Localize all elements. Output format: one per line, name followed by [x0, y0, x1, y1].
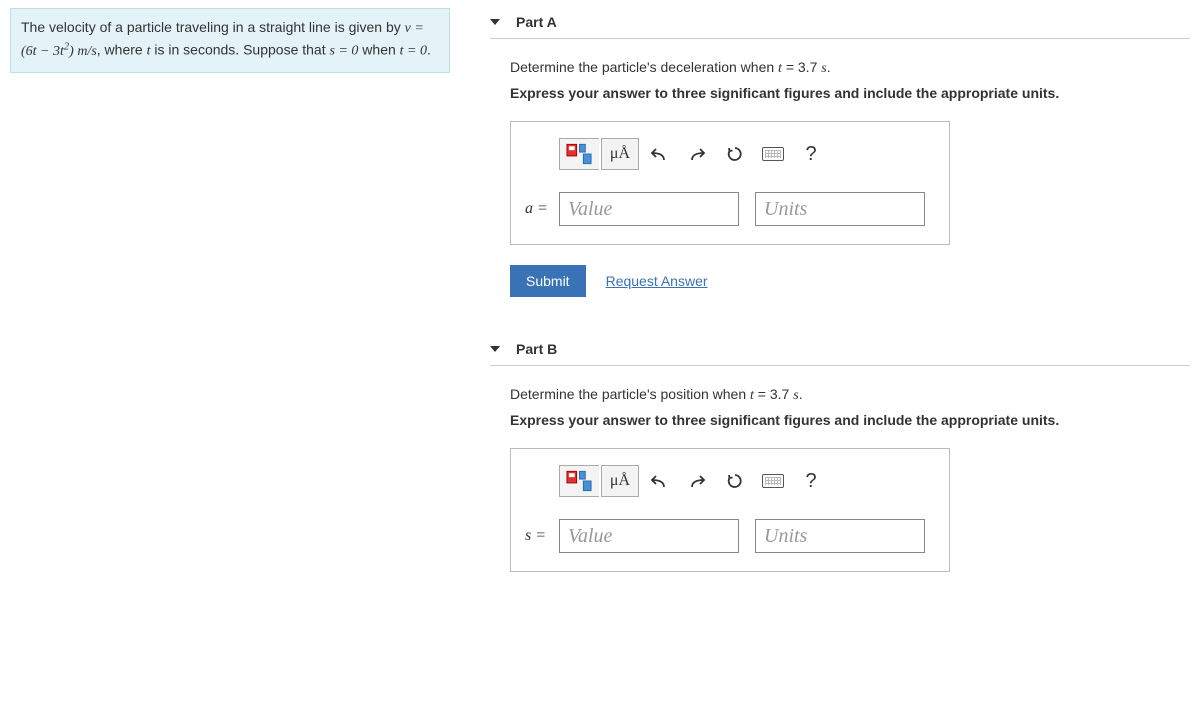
page-root: The velocity of a particle traveling in …	[0, 0, 1200, 600]
part-b-header[interactable]: Part B	[490, 335, 1190, 366]
submit-button[interactable]: Submit	[510, 265, 586, 297]
units-placeholder: Units	[764, 525, 807, 548]
part-a-title: Part A	[516, 14, 557, 30]
templates-icon	[566, 470, 593, 492]
problem-statement: The velocity of a particle traveling in …	[10, 8, 450, 73]
value-placeholder: Value	[568, 525, 612, 548]
part-a-header[interactable]: Part A	[490, 8, 1190, 39]
templates-button[interactable]	[559, 465, 599, 497]
keyboard-icon	[762, 474, 784, 488]
help-label: ?	[805, 143, 816, 166]
problem-text-3: is in seconds.	[150, 42, 239, 58]
templates-button[interactable]	[559, 138, 599, 170]
part-a-actions: Submit Request Answer	[510, 265, 1190, 297]
special-chars-label: μÅ	[610, 145, 630, 163]
request-answer-link[interactable]: Request Answer	[606, 273, 708, 289]
reset-button[interactable]	[717, 138, 753, 170]
part-a-answer-box: μÅ ?	[510, 121, 950, 245]
undo-button[interactable]	[641, 465, 677, 497]
redo-button[interactable]	[679, 465, 715, 497]
help-button[interactable]: ?	[793, 465, 829, 497]
problem-text-5: when	[358, 42, 399, 58]
part-b-prompt: Determine the particle's position when t…	[510, 386, 1190, 404]
part-a-toolbar: μÅ ?	[525, 138, 935, 170]
help-label: ?	[805, 470, 816, 493]
keyboard-icon	[762, 147, 784, 161]
part-a-body: Determine the particle's deceleration wh…	[490, 59, 1190, 297]
undo-button[interactable]	[641, 138, 677, 170]
caret-down-icon	[490, 346, 500, 352]
problem-text-4: Suppose that	[243, 42, 329, 58]
keyboard-button[interactable]	[755, 465, 791, 497]
special-chars-label: μÅ	[610, 472, 630, 490]
caret-down-icon	[490, 19, 500, 25]
redo-button[interactable]	[679, 138, 715, 170]
keyboard-button[interactable]	[755, 138, 791, 170]
problem-text-1: The velocity of a particle traveling in …	[21, 19, 405, 35]
reset-button[interactable]	[717, 465, 753, 497]
redo-icon	[688, 146, 706, 162]
reset-icon	[726, 472, 744, 490]
part-b-body: Determine the particle's position when t…	[490, 386, 1190, 572]
part-b-var-label: s =	[525, 527, 559, 545]
value-placeholder: Value	[568, 198, 612, 221]
part-a-var-label: a =	[525, 200, 559, 218]
special-chars-button[interactable]: μÅ	[601, 138, 639, 170]
part-a-units-input[interactable]: Units	[755, 192, 925, 226]
part-a-prompt: Determine the particle's deceleration wh…	[510, 59, 1190, 77]
part-b-units-input[interactable]: Units	[755, 519, 925, 553]
part-b-answer-box: μÅ ?	[510, 448, 950, 572]
part-b-input-row: s = Value Units	[525, 519, 935, 553]
problem-eq-t0: t = 0	[400, 44, 427, 59]
part-b-title: Part B	[516, 341, 557, 357]
templates-icon	[566, 143, 593, 165]
help-button[interactable]: ?	[793, 138, 829, 170]
units-placeholder: Units	[764, 198, 807, 221]
redo-icon	[688, 473, 706, 489]
reset-icon	[726, 145, 744, 163]
part-a-value-input[interactable]: Value	[559, 192, 739, 226]
undo-icon	[650, 146, 668, 162]
part-b-value-input[interactable]: Value	[559, 519, 739, 553]
problem-text-6: .	[427, 42, 431, 58]
undo-icon	[650, 473, 668, 489]
part-b-toolbar: μÅ ?	[525, 465, 935, 497]
right-column: Part A Determine the particle's decelera…	[490, 8, 1190, 592]
special-chars-button[interactable]: μÅ	[601, 465, 639, 497]
part-a-input-row: a = Value Units	[525, 192, 935, 226]
part-a-hint: Express your answer to three significant…	[510, 85, 1190, 101]
problem-text-2: , where	[97, 42, 147, 58]
part-b-hint: Express your answer to three significant…	[510, 412, 1190, 428]
problem-eq-s0: s = 0	[330, 44, 359, 59]
